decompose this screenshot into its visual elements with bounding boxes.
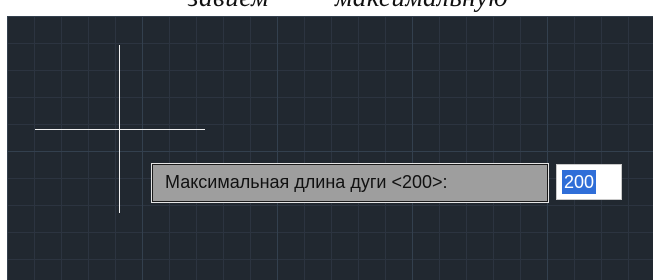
drawing-canvas[interactable]: Максимальная длина дуги <200>: 200 — [7, 16, 653, 280]
document-text-fragment: завием максимальную — [0, 0, 653, 16]
crosshair-vertical-line — [119, 45, 120, 213]
screenshot-page: завием максимальную Максимальная длина д… — [0, 0, 653, 280]
input-selected-value[interactable]: 200 — [562, 170, 597, 194]
dynamic-input-field[interactable]: 200 — [556, 164, 622, 200]
grid — [7, 16, 653, 280]
document-word-left: завием — [188, 0, 269, 13]
crosshair-horizontal-line — [35, 129, 205, 130]
document-word-right: максимальную — [335, 0, 508, 13]
prompt-label: Максимальная длина дуги <200>: — [165, 172, 448, 192]
dynamic-input-prompt: Максимальная длина дуги <200>: — [151, 163, 549, 203]
